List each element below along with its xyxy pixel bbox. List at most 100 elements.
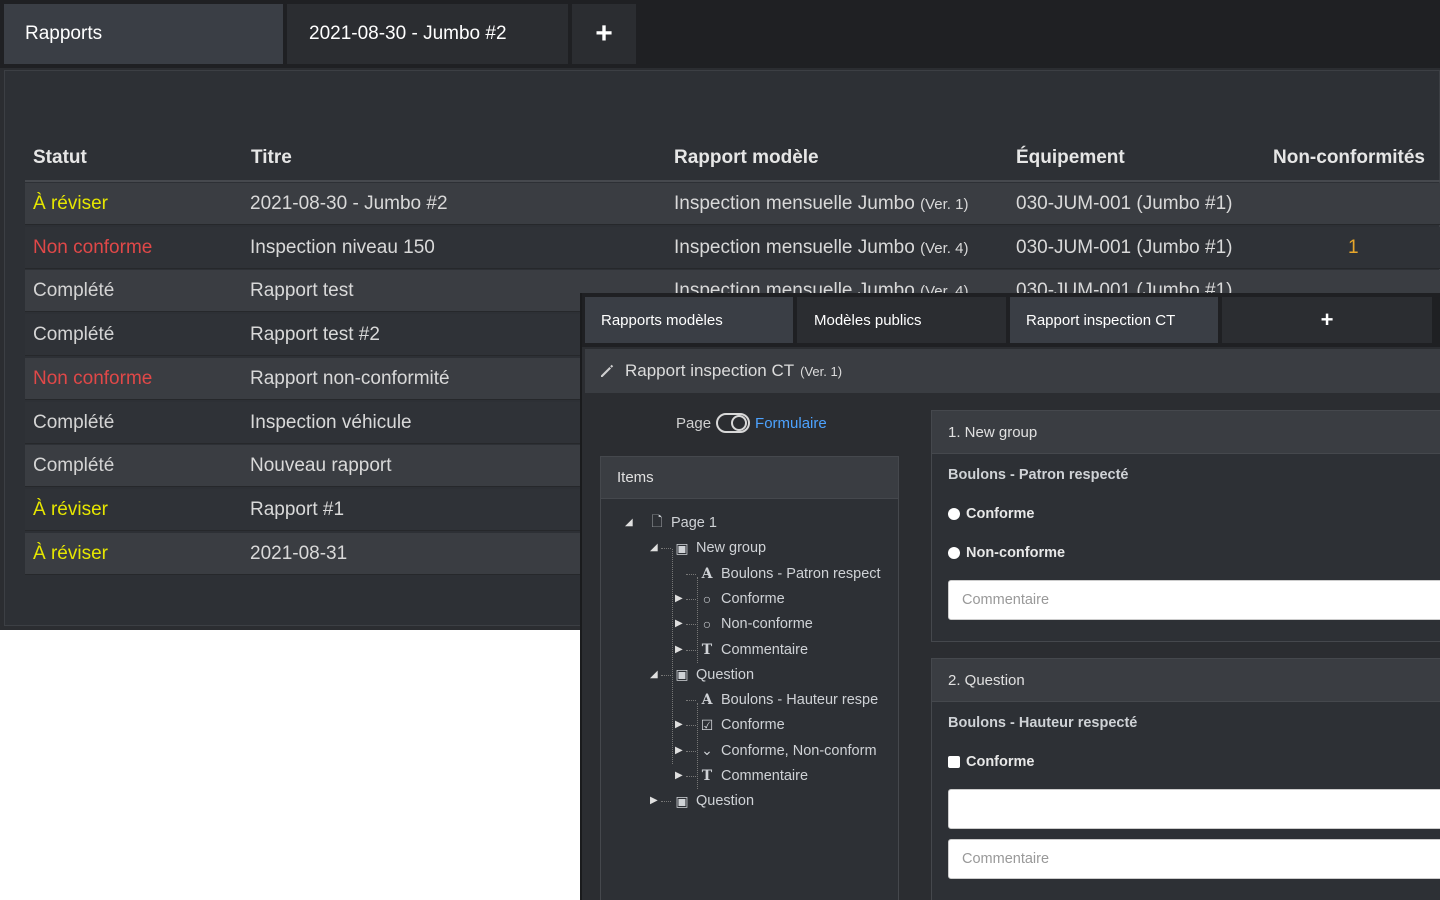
table-row[interactable]: À réviser 2021-08-30 - Jumbo #2 Inspection… (25, 183, 1440, 225)
tree-item[interactable]: T Commentaire (699, 639, 888, 661)
tree-connector (686, 725, 696, 727)
radio-conforme[interactable]: Conforme (948, 506, 1034, 522)
page-icon: 🗋 (651, 513, 663, 529)
col-header-equipement[interactable]: Équipement (1016, 147, 1125, 169)
model-name: Inspection mensuelle Jumbo (674, 193, 915, 214)
checkbox-icon: ☑ (700, 716, 714, 733)
model-cell: Inspection mensuelle Jumbo (Ver. 4) (674, 237, 968, 259)
col-header-non-conformites[interactable]: Non-conformités (1273, 147, 1425, 169)
tree-item-label: Non-conforme (721, 616, 813, 633)
add-tab-button[interactable]: + (572, 4, 636, 64)
model-header: Rapport inspection CT (Ver. 1) (585, 349, 1440, 393)
form-group-1-title: 1. New group (932, 411, 1440, 454)
checkbox-conforme-box[interactable] (948, 756, 960, 768)
checkbox-conforme[interactable]: Conforme (948, 754, 1034, 770)
tree-connector (661, 801, 671, 803)
tree-item-label: Question (696, 666, 755, 683)
col-header-titre[interactable]: Titre (251, 147, 292, 169)
form-group-2-title: 2. Question (932, 659, 1440, 702)
tree-connector (686, 624, 696, 626)
tree-connector (697, 703, 698, 789)
group-icon: ▣ (675, 539, 689, 556)
models-tab-bar: Rapports modèles Modèles publics Rapport… (582, 293, 1440, 347)
expand-arrow-icon[interactable]: ▶ (675, 593, 685, 604)
status-cell: Complété (33, 324, 115, 345)
tab-rapports-modeles[interactable]: Rapports modèles (585, 297, 793, 343)
radio-conforme-label: Conforme (966, 506, 1035, 522)
tree-connector (661, 674, 671, 676)
non-conformities-cell: 1 (1348, 237, 1359, 258)
radio-conforme-circle[interactable] (948, 508, 960, 520)
toggle-label-formulaire[interactable]: Formulaire (755, 415, 827, 432)
model-title: Rapport inspection CT (625, 361, 795, 380)
form-group-1-question: Boulons - Patron respecté (948, 467, 1129, 483)
tree-connector (672, 549, 673, 764)
expand-arrow-icon[interactable]: ▶ (675, 644, 685, 655)
model-name: Inspection mensuelle Jumbo (674, 237, 915, 258)
title-cell: 2021-08-30 - Jumbo #2 (250, 193, 448, 214)
comment-input-1[interactable]: Commentaire (948, 580, 1440, 620)
status-cell: Non conforme (33, 237, 153, 258)
group-icon: ▣ (675, 792, 689, 809)
text-field-icon: T (701, 768, 713, 784)
tree-connector (661, 548, 671, 550)
status-cell: Complété (33, 280, 115, 301)
tree-connector (686, 700, 696, 702)
tree-item[interactable]: ○ Non-conforme (699, 613, 888, 635)
radio-non-conforme[interactable]: Non-conforme (948, 545, 1065, 561)
status-cell: Non conforme (33, 368, 153, 389)
tree-item[interactable]: ▣ Question (674, 790, 888, 812)
expand-arrow-icon[interactable]: ▶ (675, 771, 685, 781)
tree-item-label: Boulons - Patron respect (721, 565, 881, 582)
status-cell: Complété (33, 455, 115, 476)
col-header-rapport-modele[interactable]: Rapport modèle (674, 147, 819, 169)
tree-item[interactable]: A Boulons - Patron respect (699, 563, 888, 585)
tree-item[interactable]: ⌄ Conforme, Non-conform (699, 740, 888, 762)
tree-item[interactable]: T Commentaire (699, 765, 888, 787)
comment-input-2[interactable]: Commentaire (948, 839, 1440, 879)
checkbox-conforme-label: Conforme (966, 754, 1035, 770)
add-model-tab-button[interactable]: + (1222, 297, 1432, 343)
tab-modeles-publics[interactable]: Modèles publics (797, 297, 1006, 343)
expand-arrow-icon[interactable]: ▶ (675, 619, 685, 629)
tree-item[interactable]: 🗋 Page 1 (649, 512, 888, 534)
tab-rapports[interactable]: Rapports (4, 4, 283, 64)
equipment-cell: 030-JUM-001 (Jumbo #1) (1016, 193, 1233, 214)
tree-item-label: Commentaire (721, 641, 809, 658)
title-cell: Inspection niveau 150 (250, 237, 435, 258)
select-conformite[interactable] (948, 789, 1440, 829)
expand-arrow-icon[interactable]: ▶ (650, 796, 660, 806)
tree-item[interactable]: A Boulons - Hauteur respe (699, 689, 888, 711)
tree-item[interactable]: ○ Conforme (699, 588, 888, 610)
title-cell: 2021-08-31 (250, 543, 348, 564)
title-cell: Rapport #1 (250, 499, 345, 520)
form-group-2-question: Boulons - Hauteur respecté (948, 715, 1138, 731)
status-cell: À réviser (33, 193, 108, 214)
status-cell: À réviser (33, 543, 108, 564)
title-cell: Nouveau rapport (250, 455, 392, 476)
toggle-label-page[interactable]: Page (676, 415, 711, 432)
page-form-toggle-switch[interactable] (716, 413, 751, 433)
tree-connector (686, 598, 696, 600)
tree-item-label: Conforme (721, 717, 785, 734)
title-cell: Inspection véhicule (250, 412, 412, 433)
tab-report-jumbo-2[interactable]: 2021-08-30 - Jumbo #2 (287, 4, 568, 64)
radio-non-conforme-circle[interactable] (948, 547, 960, 559)
tree-item-label: Boulons - Hauteur respe (721, 692, 879, 709)
model-cell: Inspection mensuelle Jumbo (Ver. 1) (674, 193, 968, 215)
expand-arrow-icon[interactable]: ▶ (675, 720, 685, 730)
tree-item[interactable]: ▣ New group (674, 537, 888, 559)
tree-item[interactable]: ▣ Question (674, 664, 888, 686)
tab-rapport-inspection-ct[interactable]: Rapport inspection CT (1010, 297, 1218, 343)
collapse-arrow-icon[interactable]: ◢ (650, 543, 660, 553)
status-cell: Complété (33, 412, 115, 433)
table-row[interactable]: Non conforme Inspection niveau 150 Inspect… (25, 227, 1440, 269)
pencil-icon[interactable] (599, 363, 615, 379)
collapse-arrow-icon[interactable]: ◢ (625, 518, 635, 528)
col-header-statut[interactable]: Statut (33, 147, 87, 169)
collapse-arrow-icon[interactable]: ◢ (650, 669, 660, 680)
tree-item[interactable]: ☑ Conforme (699, 714, 888, 736)
expand-arrow-icon[interactable]: ▶ (675, 745, 685, 756)
radio-non-conforme-label: Non-conforme (966, 545, 1066, 561)
tree-connector (686, 573, 696, 575)
